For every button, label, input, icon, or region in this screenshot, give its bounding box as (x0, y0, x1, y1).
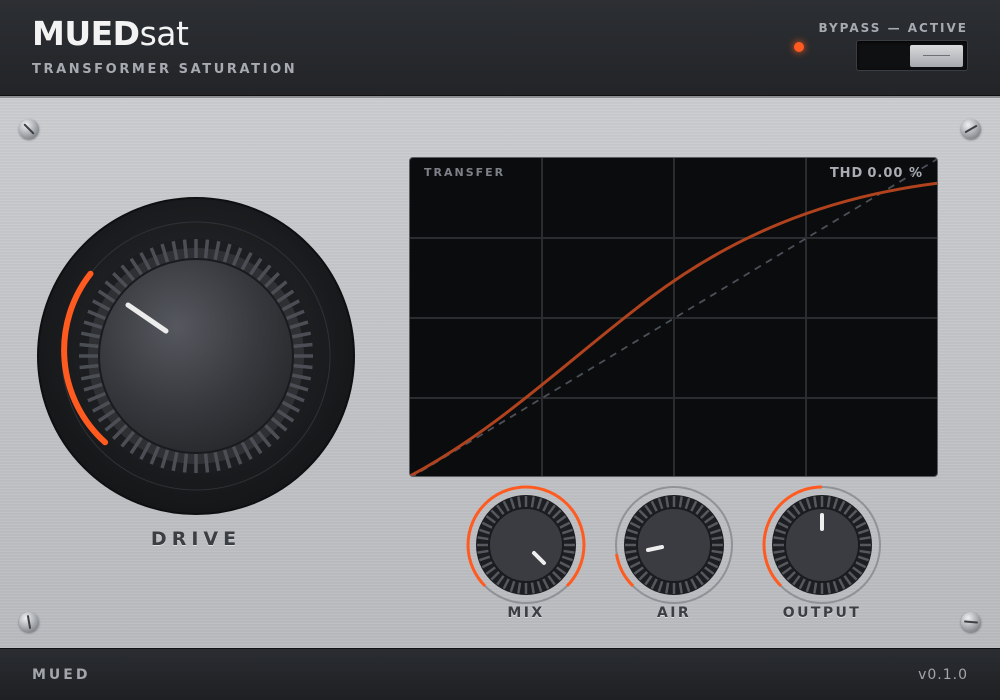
thd-value: 0.00 % (867, 166, 923, 181)
brand-name-bold: MUED (32, 14, 140, 53)
version-label: v0.1.0 (918, 667, 968, 683)
brand-name-light: sat (139, 14, 189, 53)
air-knob[interactable] (612, 483, 736, 607)
main-panel: DRIVE TRANSFER THD 0.00 % MIX AIR OUTPUT (0, 96, 1000, 648)
bypass-toggle-thumb[interactable] (910, 45, 963, 67)
screw-icon (961, 612, 981, 632)
plugin-subtitle: TRANSFORMER SATURATION (32, 62, 298, 77)
screw-icon (19, 119, 39, 139)
mix-label: MIX (507, 605, 545, 621)
transfer-graph (410, 158, 937, 476)
screw-icon (961, 119, 981, 139)
footer-bar: MUED v0.1.0 (0, 648, 1000, 700)
thd-label: THD (829, 166, 864, 181)
brand-logo: MUEDsat (32, 14, 189, 53)
header-bar: MUEDsat TRANSFORMER SATURATION BYPASS — … (0, 0, 1000, 96)
transfer-title: TRANSFER (424, 166, 506, 179)
bypass-status-label: BYPASS — ACTIVE (818, 21, 968, 35)
output-knob[interactable] (760, 483, 884, 607)
drive-label: DRIVE (150, 528, 242, 550)
plugin-window: MUEDsat TRANSFORMER SATURATION BYPASS — … (0, 0, 1000, 700)
bypass-toggle[interactable] (856, 40, 968, 71)
thd-readout: THD 0.00 % (830, 166, 923, 181)
screw-icon (19, 612, 39, 632)
drive-knob[interactable] (36, 196, 356, 516)
active-led-indicator (794, 42, 804, 52)
air-label: AIR (656, 605, 692, 621)
transfer-display: TRANSFER THD 0.00 % (409, 157, 938, 477)
footer-brand: MUED (32, 667, 91, 683)
output-label: OUTPUT (782, 605, 862, 621)
mix-knob[interactable] (464, 483, 588, 607)
